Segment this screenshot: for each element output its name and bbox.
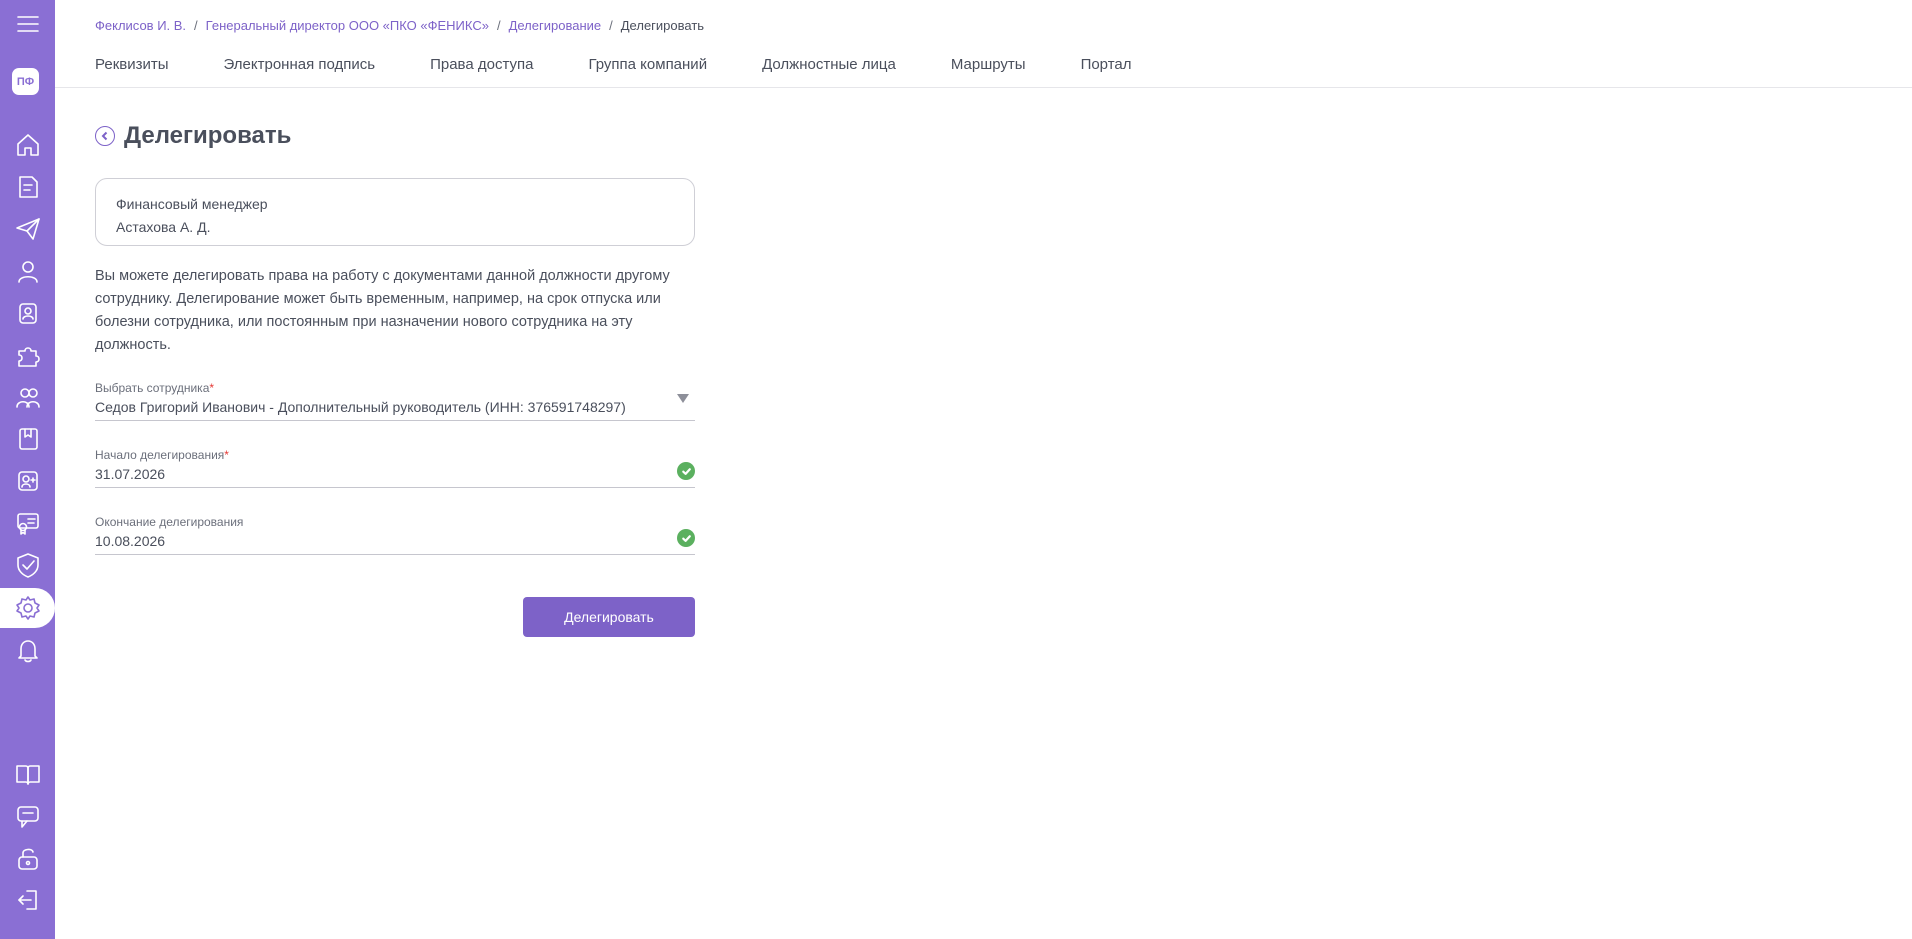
breadcrumb-item-position[interactable]: Генеральный директор ООО «ПКО «ФЕНИКС» bbox=[206, 18, 489, 33]
puzzle-icon[interactable] bbox=[0, 335, 55, 375]
employee-select[interactable]: Выбрать сотрудника* Седов Григорий Ивано… bbox=[95, 381, 695, 421]
user-icon[interactable] bbox=[0, 251, 55, 291]
page-title: Делегировать bbox=[124, 122, 292, 149]
position-holder: Астахова А. Д. bbox=[116, 219, 211, 235]
end-date-value[interactable]: 10.08.2026 bbox=[95, 533, 695, 549]
breadcrumb-item-delegation[interactable]: Делегирование bbox=[509, 18, 602, 33]
add-contact-icon[interactable] bbox=[0, 461, 55, 501]
breadcrumb-separator: / bbox=[496, 18, 501, 33]
chevron-down-icon[interactable] bbox=[677, 394, 689, 403]
bell-icon[interactable] bbox=[0, 630, 55, 670]
tab-bar: Реквизиты Электронная подпись Права дост… bbox=[95, 56, 1187, 73]
shield-icon[interactable] bbox=[0, 545, 55, 585]
sidebar: ПФ bbox=[0, 0, 55, 939]
start-date-value[interactable]: 31.07.2026 bbox=[95, 466, 695, 482]
end-date-field[interactable]: Окончание делегирования 10.08.2026 bbox=[95, 515, 695, 555]
breadcrumb-separator: / bbox=[194, 18, 198, 33]
book-icon[interactable] bbox=[0, 419, 55, 459]
breadcrumb-item-user[interactable]: Феклисов И. В. bbox=[95, 18, 186, 33]
start-date-label: Начало делегирования* bbox=[95, 448, 229, 462]
breadcrumb-current: Делегировать bbox=[620, 18, 705, 33]
send-icon[interactable] bbox=[0, 209, 55, 249]
end-date-label: Окончание делегирования bbox=[95, 515, 244, 529]
delegate-button[interactable]: Делегировать bbox=[523, 597, 695, 637]
open-book-icon[interactable] bbox=[0, 754, 55, 794]
description-text: Вы можете делегировать права на работу с… bbox=[95, 268, 670, 353]
tab-routes[interactable]: Маршруты bbox=[951, 56, 1026, 73]
group-icon[interactable] bbox=[0, 377, 55, 417]
logout-icon[interactable] bbox=[0, 880, 55, 920]
tabs-divider bbox=[55, 87, 1912, 88]
certificate-icon[interactable] bbox=[0, 503, 55, 543]
tab-e-signature[interactable]: Электронная подпись bbox=[224, 56, 376, 73]
unlock-icon[interactable] bbox=[0, 838, 55, 878]
document-icon[interactable] bbox=[0, 167, 55, 207]
tab-officials[interactable]: Должностные лица bbox=[762, 56, 896, 73]
position-name: Финансовый менеджер bbox=[116, 196, 268, 212]
gear-icon[interactable] bbox=[0, 588, 55, 628]
breadcrumb-separator: / bbox=[609, 18, 613, 33]
tab-portal[interactable]: Портал bbox=[1081, 56, 1132, 73]
position-card: Финансовый менеджер Астахова А. Д. bbox=[95, 178, 695, 246]
home-icon[interactable] bbox=[0, 125, 55, 165]
breadcrumb: Феклисов И. В. / Генеральный директор ОО… bbox=[95, 18, 704, 33]
employee-select-label: Выбрать сотрудника* bbox=[95, 381, 215, 395]
avatar[interactable]: ПФ bbox=[12, 68, 39, 95]
employee-select-value: Седов Григорий Иванович - Дополнительный… bbox=[95, 399, 626, 415]
check-circle-icon bbox=[677, 462, 695, 480]
badge-icon[interactable] bbox=[0, 293, 55, 333]
chat-icon[interactable] bbox=[0, 796, 55, 836]
tab-access-rights[interactable]: Права доступа bbox=[430, 56, 533, 73]
title-row: Делегировать bbox=[95, 122, 291, 150]
menu-icon[interactable] bbox=[0, 4, 55, 44]
tab-company-group[interactable]: Группа компаний bbox=[588, 56, 707, 73]
start-date-field[interactable]: Начало делегирования* 31.07.2026 bbox=[95, 448, 695, 488]
check-circle-icon bbox=[677, 529, 695, 547]
tab-requisites[interactable]: Реквизиты bbox=[95, 56, 169, 73]
back-icon[interactable] bbox=[95, 126, 115, 146]
